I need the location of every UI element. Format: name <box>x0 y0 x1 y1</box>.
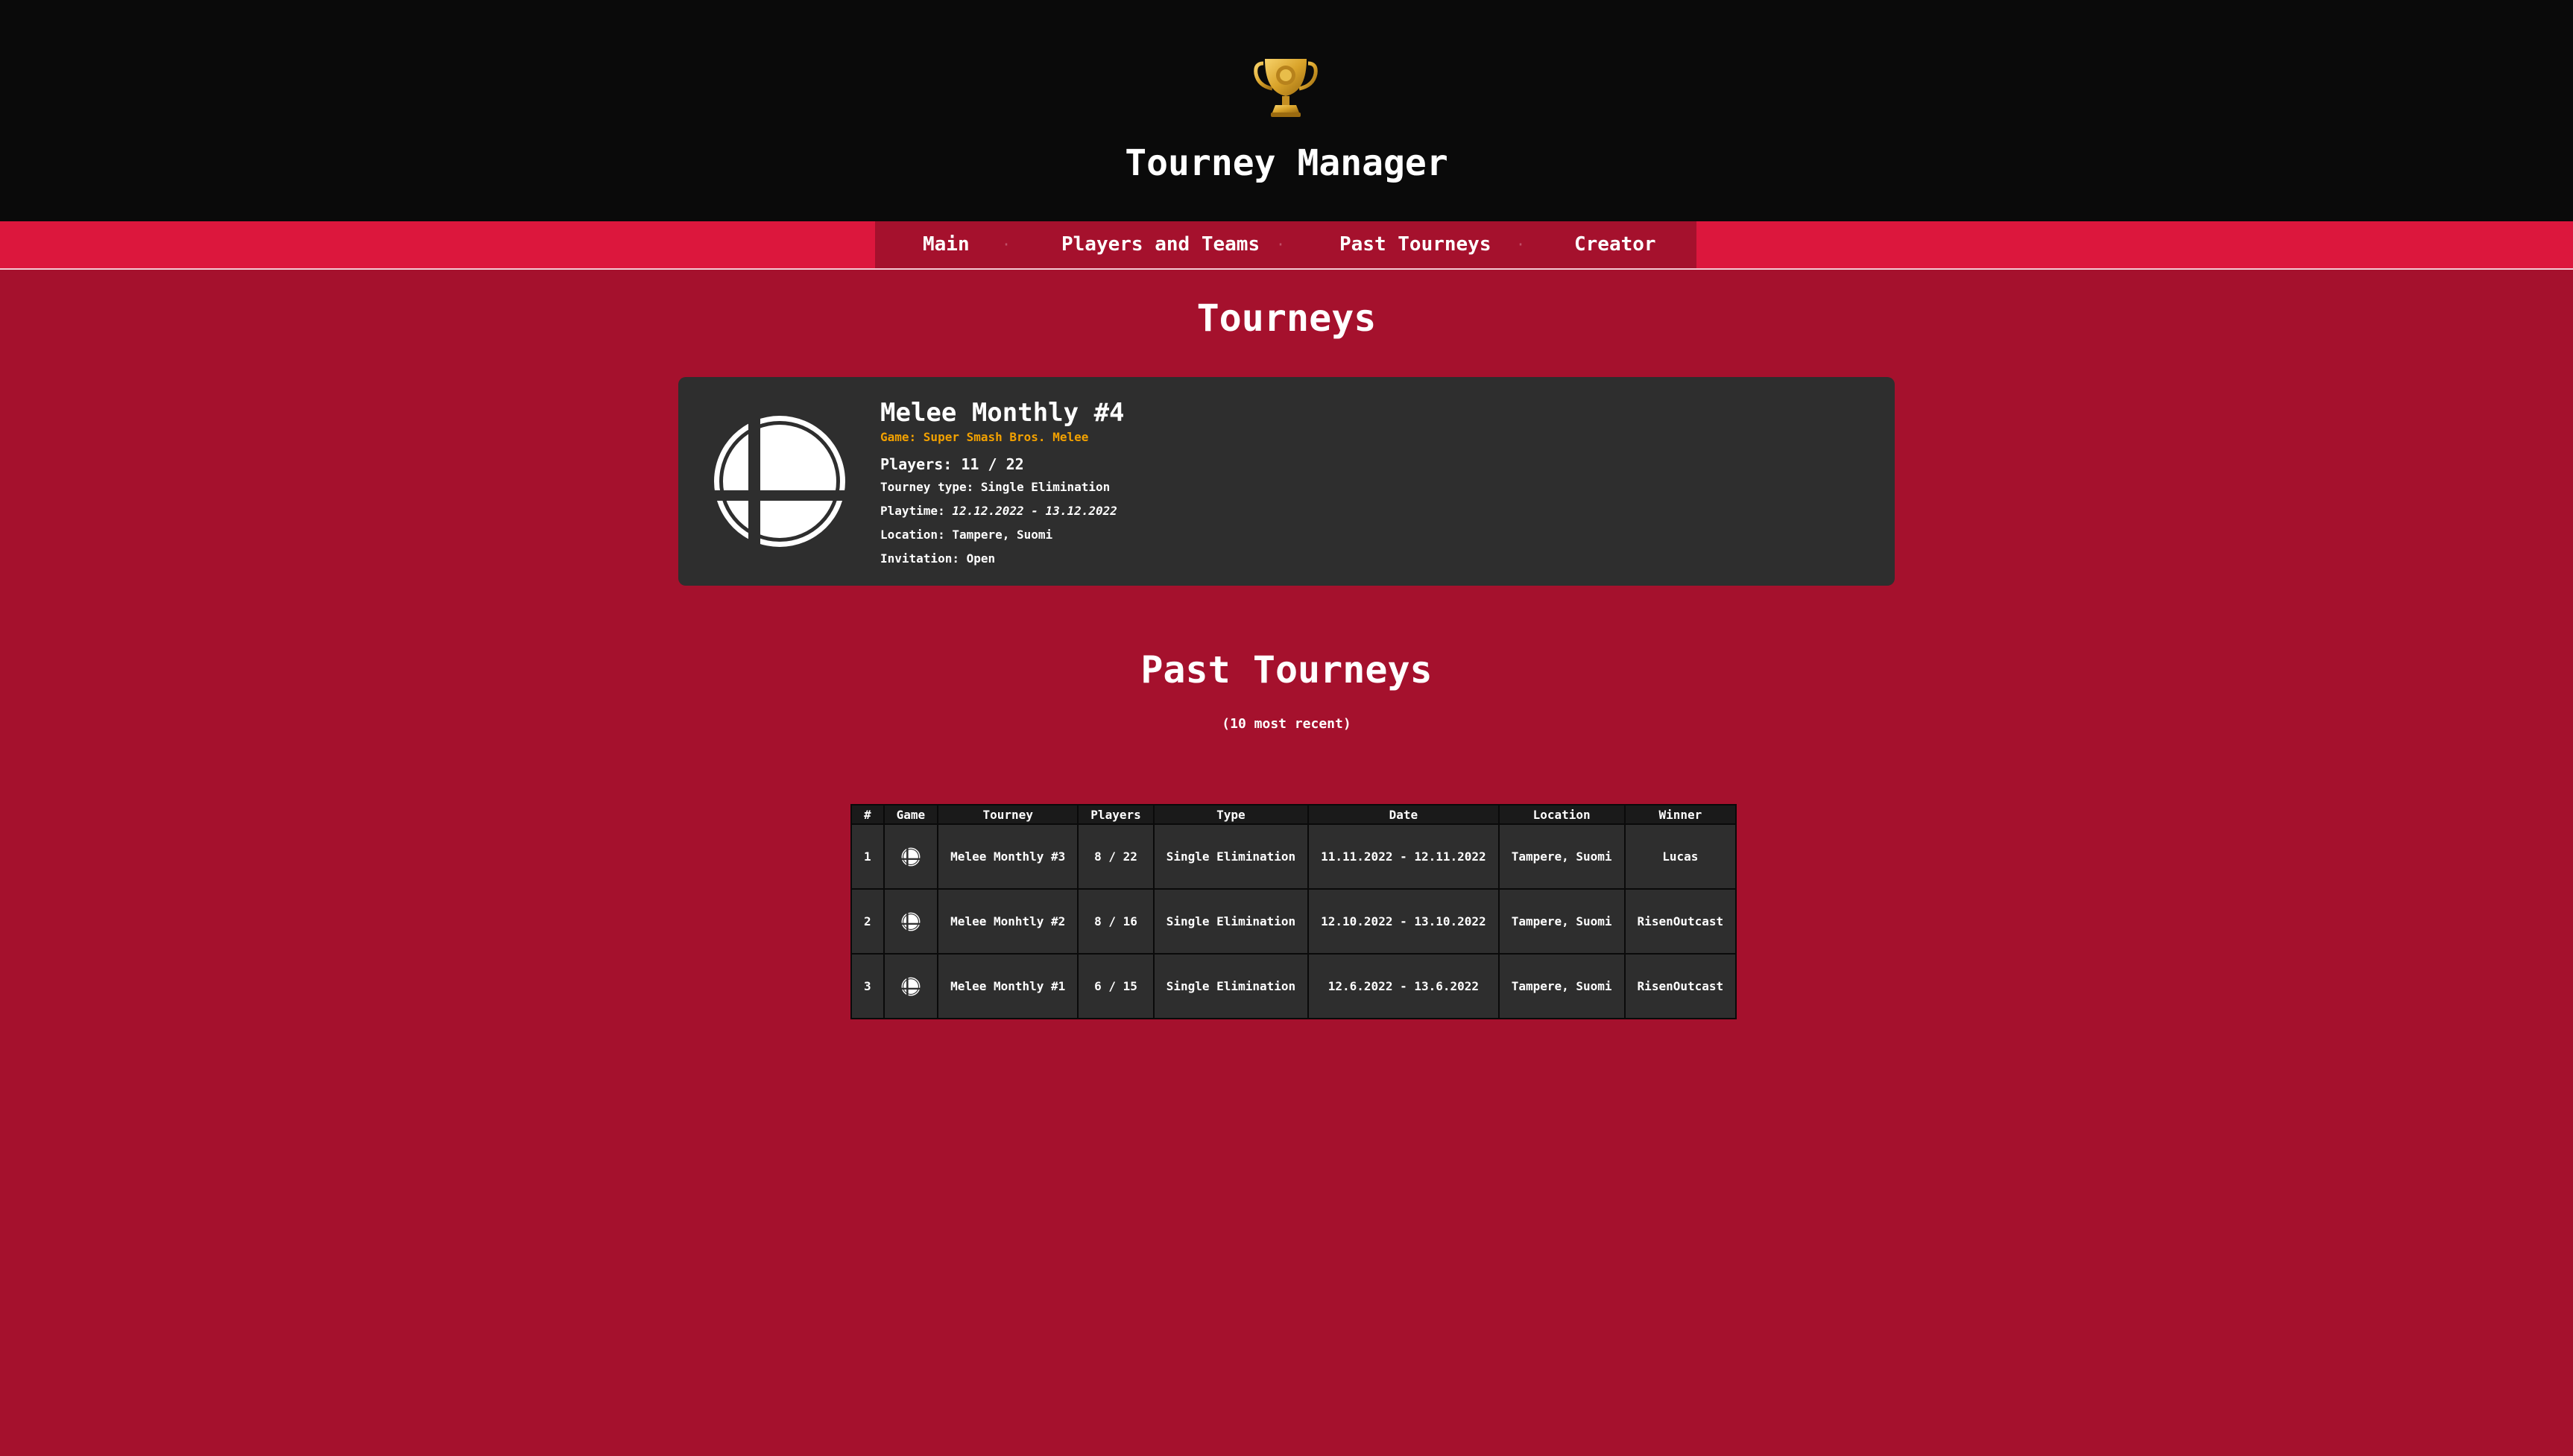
table-row[interactable]: 2 Melee Monhtly #2 8 / 16 Single Elimina… <box>850 888 1737 955</box>
tourney-playtime-label: Playtime: <box>880 504 953 518</box>
tourney-players: Players: 11 / 22 <box>880 455 1024 473</box>
row-number: 2 <box>850 888 885 955</box>
nav-item-past-tourneys[interactable]: Past Tourneys <box>1339 221 1491 268</box>
nav-item-players-and-teams[interactable]: Players and Teams <box>1061 221 1260 268</box>
date-cell: 11.11.2022 - 12.11.2022 <box>1307 823 1500 890</box>
column-header-date: Date <box>1307 804 1500 825</box>
type-cell: Single Elimination <box>1152 823 1310 890</box>
column-header-game: Game <box>883 804 939 825</box>
site-header: Tourney Manager <box>0 0 2573 221</box>
type-cell: Single Elimination <box>1152 888 1310 955</box>
tourney-cell[interactable]: Melee Monhtly #2 <box>937 888 1079 955</box>
tourney-details: Melee Monthly #4 Game: Super Smash Bros.… <box>880 396 1849 571</box>
past-tourneys-table: # Game Tourney Players Type Date Locatio… <box>850 804 1737 1019</box>
column-header-players: Players <box>1077 804 1155 825</box>
table-row[interactable]: 1 Melee Monthly #3 8 / 22 Single Elimina… <box>850 823 1737 890</box>
location-cell: Tampere, Suomi <box>1497 823 1626 890</box>
game-cell <box>883 888 939 955</box>
location-cell: Tampere, Suomi <box>1497 953 1626 1019</box>
past-tourneys-subtitle: (10 most recent) <box>1222 716 1351 732</box>
nav-item-creator[interactable]: Creator <box>1574 221 1656 268</box>
game-cell <box>883 953 939 1019</box>
location-cell: Tampere, Suomi <box>1497 888 1626 955</box>
game-cell <box>883 823 939 890</box>
smash-bros-icon <box>900 911 921 931</box>
past-tourneys-heading: Past Tourneys <box>1140 648 1433 691</box>
tourney-invitation-value: Open <box>966 551 996 566</box>
type-cell: Single Elimination <box>1152 953 1310 1019</box>
nav-menu: Main · Players and Teams · Past Tourneys… <box>875 221 1696 268</box>
row-number: 3 <box>850 953 885 1019</box>
column-header-tourney: Tourney <box>937 804 1079 825</box>
tourney-type-value: Single Elimination <box>980 480 1111 494</box>
players-cell: 6 / 15 <box>1077 953 1155 1019</box>
tourney-type: Tourney type: Single Elimination <box>880 475 1849 499</box>
main-nav: Main · Players and Teams · Past Tourneys… <box>0 221 2573 270</box>
tourney-playtime-value: 12.12.2022 - 13.12.2022 <box>952 504 1117 518</box>
players-cell: 8 / 22 <box>1077 823 1155 890</box>
smash-bros-icon <box>900 976 921 996</box>
tourney-invitation-label: Invitation: <box>880 551 967 566</box>
date-cell: 12.10.2022 - 13.10.2022 <box>1307 888 1500 955</box>
tourney-location-label: Location: <box>880 528 953 542</box>
smash-bros-icon <box>900 846 921 867</box>
tourney-game: Game: Super Smash Bros. Melee <box>880 430 1089 444</box>
tourney-name[interactable]: Melee Monthly #4 <box>880 396 1849 429</box>
tourney-invitation: Invitation: Open <box>880 547 1849 571</box>
tourney-playtime: Playtime: 12.12.2022 - 13.12.2022 <box>880 499 1849 523</box>
winner-cell: Lucas <box>1623 823 1737 890</box>
tourney-card[interactable]: Melee Monthly #4 Game: Super Smash Bros.… <box>678 377 1895 586</box>
nav-separator: · <box>1002 235 1011 253</box>
winner-cell: RisenOutcast <box>1623 888 1737 955</box>
column-header-winner: Winner <box>1623 804 1737 825</box>
tourney-type-label: Tourney type: <box>880 480 981 494</box>
players-cell: 8 / 16 <box>1077 888 1155 955</box>
smash-bros-icon <box>711 413 848 550</box>
trophy-icon <box>1254 59 1318 117</box>
nav-item-main[interactable]: Main <box>923 221 970 268</box>
nav-separator: · <box>1516 235 1526 253</box>
column-header-number: # <box>850 804 885 825</box>
tourney-location: Location: Tampere, Suomi <box>880 523 1849 547</box>
tourney-cell[interactable]: Melee Monthly #1 <box>937 953 1079 1019</box>
nav-separator: · <box>1276 235 1286 253</box>
table-header-row: # Game Tourney Players Type Date Locatio… <box>850 804 1737 825</box>
tourneys-heading: Tourneys <box>1196 297 1377 340</box>
winner-cell: RisenOutcast <box>1623 953 1737 1019</box>
table-row[interactable]: 3 Melee Monthly #1 6 / 15 Single Elimina… <box>850 953 1737 1019</box>
date-cell: 12.6.2022 - 13.6.2022 <box>1307 953 1500 1019</box>
tourney-cell[interactable]: Melee Monthly #3 <box>937 823 1079 890</box>
column-header-type: Type <box>1152 804 1310 825</box>
row-number: 1 <box>850 823 885 890</box>
tourney-location-value: Tampere, Suomi <box>952 528 1053 542</box>
column-header-location: Location <box>1497 804 1626 825</box>
site-title: Tourney Manager <box>1125 142 1448 184</box>
